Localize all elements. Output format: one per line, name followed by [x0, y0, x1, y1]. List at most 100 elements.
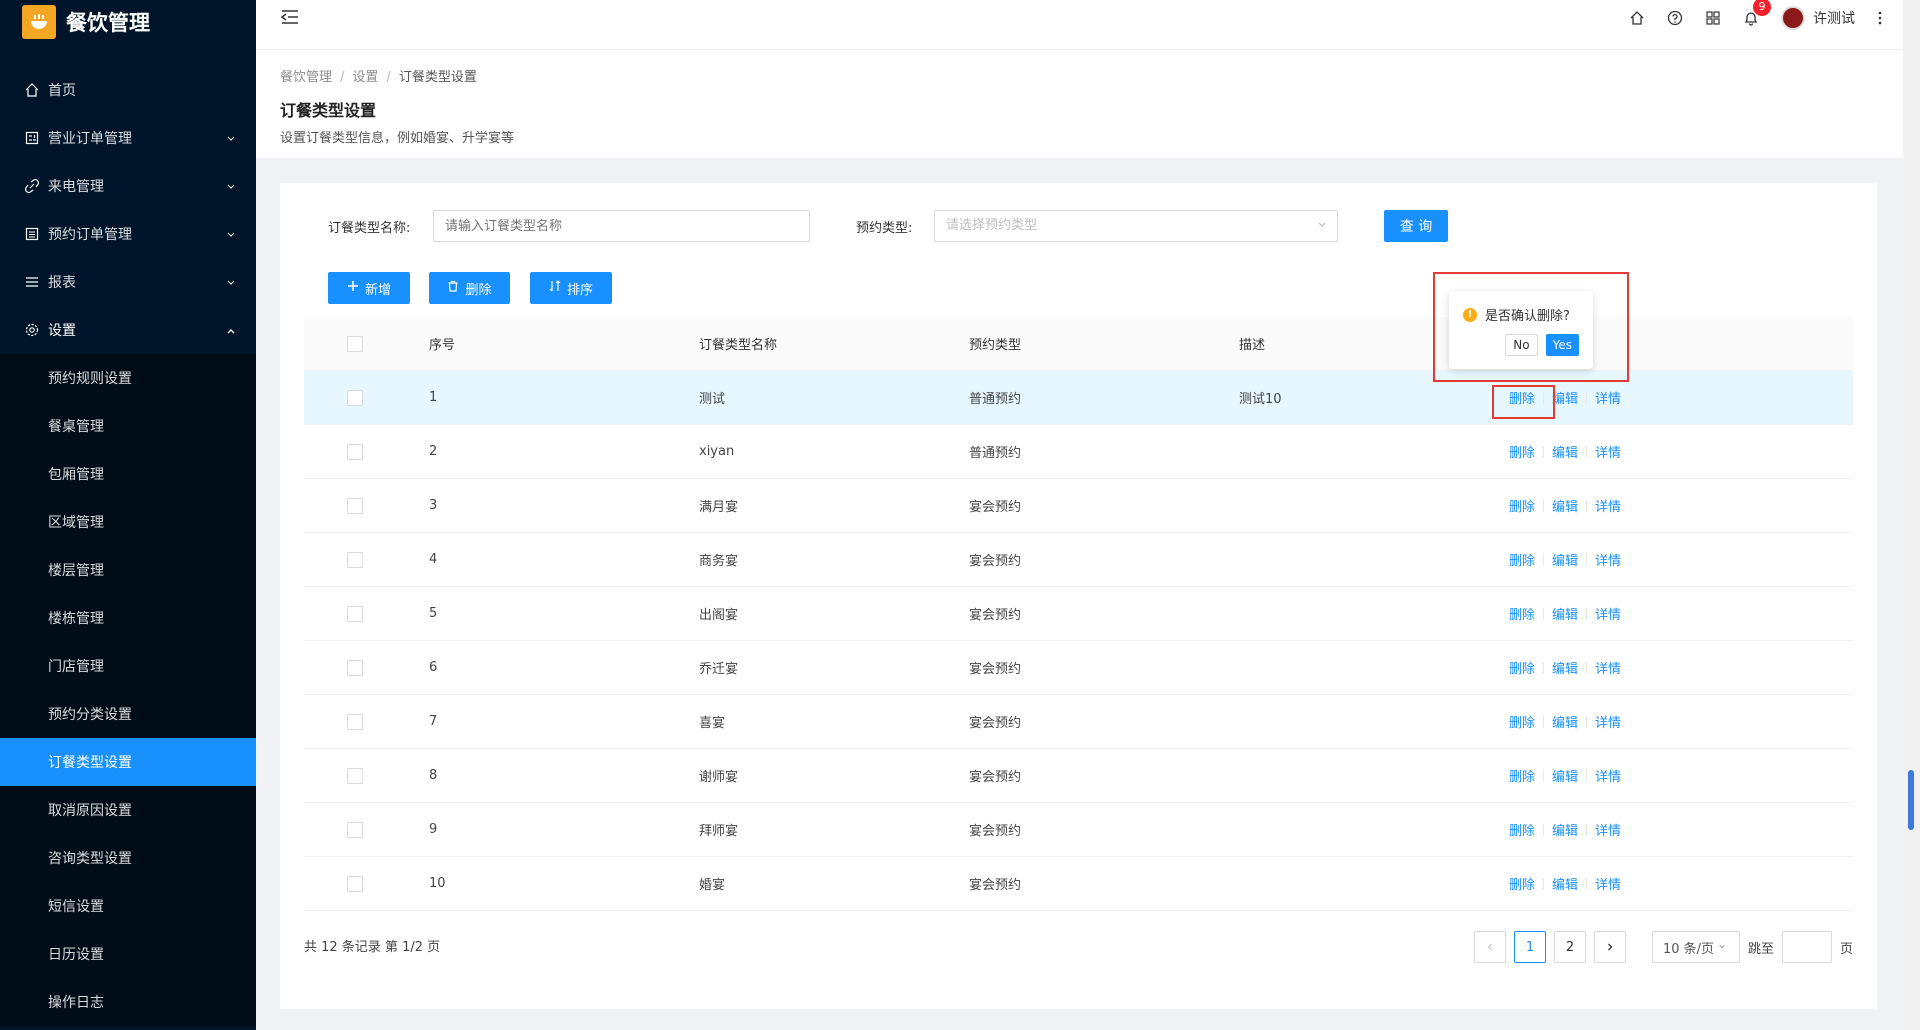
breadcrumb-item[interactable]: 餐饮管理: [280, 70, 332, 85]
more-vertical-icon[interactable]: [1877, 10, 1883, 26]
row-checkbox[interactable]: [347, 713, 363, 730]
page-2-button[interactable]: 2: [1553, 931, 1586, 963]
sidebar-subitem[interactable]: 楼栋管理: [0, 594, 256, 642]
sidebar-subitem[interactable]: 门店管理: [0, 642, 256, 690]
detail-link[interactable]: 详情: [1595, 496, 1621, 515]
row-checkbox[interactable]: [347, 605, 363, 622]
row-checkbox[interactable]: [347, 821, 363, 838]
detail-link[interactable]: 详情: [1595, 388, 1621, 407]
select-all-checkbox[interactable]: [347, 335, 363, 352]
menu-fold-icon[interactable]: [280, 8, 300, 30]
sidebar-item-reports[interactable]: 报表: [0, 258, 256, 306]
detail-link[interactable]: 详情: [1595, 712, 1621, 731]
cell-no: 5: [429, 606, 438, 621]
query-button[interactable]: 查 询: [1384, 210, 1448, 242]
sidebar-subitem[interactable]: 操作日志: [0, 978, 256, 1026]
row-actions: 删除 编辑 详情: [1509, 442, 1621, 461]
sidebar-item-business-orders[interactable]: 营业订单管理: [0, 114, 256, 162]
user-menu[interactable]: 许测试: [1781, 6, 1855, 30]
cell-name: 满月宴: [699, 500, 739, 515]
trash-icon: [447, 280, 459, 296]
cell-type: 宴会预约: [969, 878, 1022, 893]
prev-page-button[interactable]: [1473, 931, 1506, 963]
detail-link[interactable]: 详情: [1595, 604, 1621, 623]
detail-link[interactable]: 详情: [1595, 874, 1621, 893]
column-header: 订餐类型名称: [699, 338, 778, 353]
detail-link[interactable]: 详情: [1595, 658, 1621, 677]
page-size-select[interactable]: 10 条/页: [1651, 931, 1740, 963]
next-page-button[interactable]: [1593, 931, 1626, 963]
delete-button[interactable]: 删除: [429, 272, 510, 304]
sidebar-subitem[interactable]: 预约规则设置: [0, 354, 256, 402]
jump-page-input[interactable]: [1781, 931, 1832, 963]
edit-link[interactable]: 编辑: [1552, 550, 1578, 569]
sidebar-item-calls[interactable]: 来电管理: [0, 162, 256, 210]
cell-desc: 测试10: [1239, 392, 1282, 407]
detail-link[interactable]: 详情: [1595, 820, 1621, 839]
detail-link[interactable]: 详情: [1595, 442, 1621, 461]
breadcrumb-item[interactable]: 设置: [352, 70, 378, 85]
delete-link[interactable]: 删除: [1509, 874, 1535, 893]
sidebar-subitem[interactable]: 短信设置: [0, 882, 256, 930]
sidebar-item-home[interactable]: 首页: [0, 66, 256, 114]
row-checkbox[interactable]: [347, 389, 363, 406]
row-actions: 删除 编辑 详情: [1509, 604, 1621, 623]
delete-link[interactable]: 删除: [1509, 604, 1535, 623]
sidebar-subitem[interactable]: 咨询类型设置: [0, 834, 256, 882]
delete-link[interactable]: 删除: [1509, 496, 1535, 515]
sidebar-subitem[interactable]: 餐桌管理: [0, 402, 256, 450]
sidebar-subitem[interactable]: 取消原因设置: [0, 786, 256, 834]
sidebar-subitem[interactable]: 包厢管理: [0, 450, 256, 498]
sidebar-subitem[interactable]: 日历设置: [0, 930, 256, 978]
edit-link[interactable]: 编辑: [1552, 496, 1578, 515]
row-checkbox[interactable]: [347, 767, 363, 784]
edit-link[interactable]: 编辑: [1552, 820, 1578, 839]
row-actions: 删除 编辑 详情: [1509, 712, 1621, 731]
sidebar-subitem[interactable]: 预约分类设置: [0, 690, 256, 738]
sidebar-item-reservation-orders[interactable]: 预约订单管理: [0, 210, 256, 258]
row-checkbox[interactable]: [347, 659, 363, 676]
bell-icon[interactable]: 9: [1743, 0, 1771, 26]
delete-link[interactable]: 删除: [1509, 820, 1535, 839]
divider: [1586, 607, 1588, 620]
sidebar-subitem[interactable]: 楼层管理: [0, 546, 256, 594]
edit-link[interactable]: 编辑: [1552, 712, 1578, 731]
sort-button[interactable]: 排序: [530, 272, 612, 304]
cell-type: 宴会预约: [969, 554, 1022, 569]
table-row: 5 出阁宴 宴会预约 删除 编辑 详情: [304, 587, 1853, 641]
sidebar-subitem-active[interactable]: 订餐类型设置: [0, 738, 256, 786]
edit-link[interactable]: 编辑: [1552, 658, 1578, 677]
delete-link[interactable]: 删除: [1509, 442, 1535, 461]
page-1-button[interactable]: 1: [1513, 931, 1546, 963]
divider: [1586, 391, 1588, 404]
home-icon[interactable]: [1629, 10, 1645, 26]
row-checkbox[interactable]: [347, 497, 363, 514]
delete-link[interactable]: 删除: [1509, 550, 1535, 569]
user-name: 许测试: [1813, 11, 1855, 27]
edit-link[interactable]: 编辑: [1552, 604, 1578, 623]
delete-link[interactable]: 删除: [1509, 712, 1535, 731]
row-checkbox[interactable]: [347, 551, 363, 568]
name-search-input[interactable]: [433, 210, 810, 242]
scrollbar-thumb[interactable]: [1908, 770, 1914, 830]
row-checkbox[interactable]: [347, 443, 363, 460]
delete-link[interactable]: 删除: [1509, 658, 1535, 677]
cell-name: 喜宴: [699, 716, 726, 731]
add-button[interactable]: 新增: [328, 272, 410, 304]
edit-link[interactable]: 编辑: [1552, 766, 1578, 785]
sidebar-subitem[interactable]: 区域管理: [0, 498, 256, 546]
cell-no: 2: [429, 444, 438, 459]
add-button-label: 新增: [364, 282, 391, 298]
edit-link[interactable]: 编辑: [1552, 874, 1578, 893]
vertical-scrollbar[interactable]: [1903, 0, 1920, 1030]
help-icon[interactable]: [1667, 10, 1683, 26]
edit-link[interactable]: 编辑: [1552, 442, 1578, 461]
sidebar-item-settings[interactable]: 设置: [0, 306, 256, 354]
type-select[interactable]: 请选择预约类型: [934, 210, 1338, 242]
row-checkbox[interactable]: [347, 875, 363, 892]
detail-link[interactable]: 详情: [1595, 766, 1621, 785]
apps-icon[interactable]: [1705, 10, 1721, 26]
delete-link[interactable]: 删除: [1509, 766, 1535, 785]
edit-link[interactable]: 编辑: [1552, 388, 1578, 407]
detail-link[interactable]: 详情: [1595, 550, 1621, 569]
